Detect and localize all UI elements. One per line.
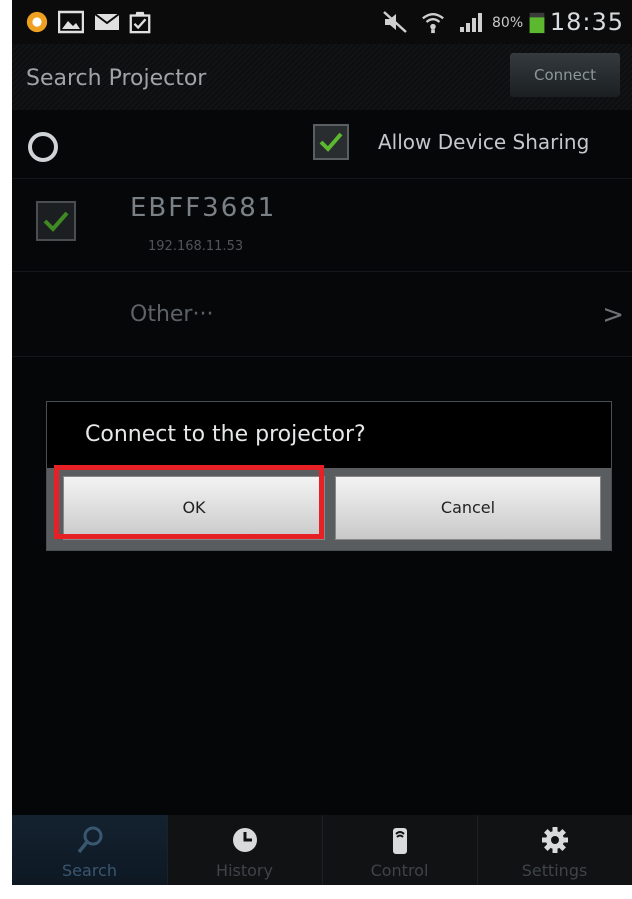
notification-circle-icon <box>26 11 48 33</box>
wifi-icon <box>422 13 444 34</box>
dialog-title: Connect to the projector? <box>85 422 366 447</box>
cancel-button[interactable]: Cancel <box>335 476 601 540</box>
device-list-item[interactable]: EBFF3681 192.168.11.53 <box>12 179 632 272</box>
ok-highlight-box <box>54 465 324 539</box>
status-bar: 80% 18:35 <box>12 0 632 44</box>
loading-spinner-icon <box>28 132 58 162</box>
bottom-tab-bar: Search History Control Settings <box>12 815 632 885</box>
clock-icon <box>232 828 257 852</box>
tab-history[interactable]: History <box>167 815 323 885</box>
tab-control[interactable]: Control <box>322 815 478 885</box>
gear-icon <box>541 827 568 853</box>
device-ip: 192.168.11.53 <box>148 239 244 254</box>
connect-button[interactable]: Connect <box>510 53 620 97</box>
allow-sharing-checkbox[interactable] <box>313 124 349 160</box>
tab-history-label: History <box>216 861 273 880</box>
device-sharing-row: Allow Device Sharing <box>12 110 632 179</box>
tab-settings[interactable]: Settings <box>477 815 632 885</box>
other-list-item[interactable]: Other··· > <box>12 272 632 357</box>
device-checkbox[interactable] <box>36 201 76 241</box>
remote-icon <box>392 828 407 854</box>
allow-sharing-label: Allow Device Sharing <box>378 130 590 154</box>
mail-icon <box>94 13 120 30</box>
tab-search[interactable]: Search <box>12 815 168 885</box>
search-icon <box>77 826 102 854</box>
tab-search-label: Search <box>62 861 117 880</box>
signal-icon <box>460 13 482 32</box>
device-name: EBFF3681 <box>130 193 277 223</box>
other-label: Other··· <box>130 302 214 327</box>
chevron-right-icon: > <box>602 300 624 330</box>
tab-control-label: Control <box>370 861 429 880</box>
phone-screen: 80% 18:35 Search Projector Connect Allow… <box>12 0 632 885</box>
app-bar: Search Projector Connect <box>12 44 632 110</box>
battery-icon <box>529 12 545 34</box>
clock-time: 18:35 <box>549 8 624 36</box>
tab-settings-label: Settings <box>521 861 588 880</box>
battery-percent: 80% <box>492 15 524 31</box>
page-title: Search Projector <box>26 66 207 91</box>
image-icon <box>58 10 84 34</box>
mute-icon <box>383 11 407 33</box>
clipboard-check-icon <box>129 11 151 34</box>
